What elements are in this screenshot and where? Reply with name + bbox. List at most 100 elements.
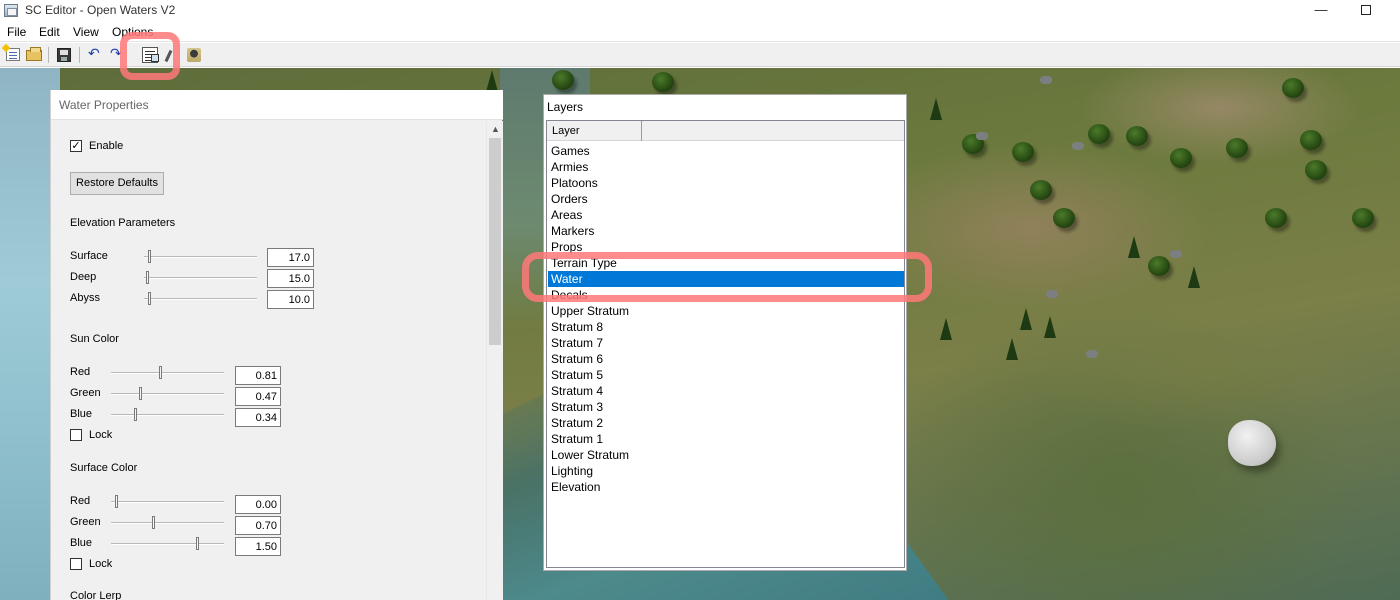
layer-row-stratum-4[interactable]: Stratum 4 [548, 383, 903, 399]
deep-elevation-field[interactable]: 15.0 [267, 269, 314, 288]
menu-file[interactable]: File [7, 25, 26, 39]
column-header-layer[interactable]: Layer [547, 121, 642, 141]
sun-green-field[interactable]: 0.47 [235, 387, 281, 406]
surface-blue-slider[interactable] [111, 537, 224, 551]
save-button[interactable] [54, 45, 74, 65]
tree-button[interactable] [184, 45, 204, 65]
layer-row-props[interactable]: Props [548, 239, 903, 255]
scroll-thumb[interactable] [489, 138, 501, 345]
undo-icon: ↶ [88, 46, 100, 62]
surface-red-field[interactable]: 0.00 [235, 495, 281, 514]
layer-row-stratum-8[interactable]: Stratum 8 [548, 319, 903, 335]
surface-elevation-field[interactable]: 17.0 [267, 248, 314, 267]
sun-blue-slider[interactable] [111, 408, 224, 422]
menu-view[interactable]: View [73, 25, 99, 39]
surface-elevation-slider[interactable] [144, 250, 257, 264]
pine-tree [1006, 338, 1018, 360]
check-icon: ✓ [71, 139, 81, 152]
surface-green-slider[interactable] [111, 516, 224, 530]
abyss-elevation-slider[interactable] [144, 292, 257, 306]
surface-blue-field[interactable]: 1.50 [235, 537, 281, 556]
sun-lock-checkbox[interactable] [70, 429, 82, 441]
sun-blue-field[interactable]: 0.34 [235, 408, 281, 427]
layer-row-stratum-6[interactable]: Stratum 6 [548, 351, 903, 367]
surface-green-field[interactable]: 0.70 [235, 516, 281, 535]
slider-thumb[interactable] [146, 271, 150, 284]
slider-track [111, 393, 224, 395]
layer-row-elevation[interactable]: Elevation [548, 479, 903, 495]
color-lerp-heading: Color Lerp [70, 590, 122, 600]
menu-edit[interactable]: Edit [39, 25, 60, 39]
slider-thumb[interactable] [147, 292, 151, 305]
layer-row-areas[interactable]: Areas [548, 207, 903, 223]
surface-blue-label: Blue [70, 537, 93, 549]
maximize-button[interactable] [1343, 0, 1389, 22]
panel-title: Layers [547, 100, 584, 114]
scroll-up-arrow-icon[interactable]: ▲ [487, 121, 504, 138]
sun-lock-label: Lock [89, 429, 113, 441]
slider-thumb[interactable] [195, 537, 199, 550]
panel-title: Water Properties [51, 90, 503, 120]
water-properties-panel: Water Properties ✓ Enable Restore Defaul… [50, 90, 503, 600]
menu-options[interactable]: Options [112, 25, 153, 39]
tree [652, 72, 674, 92]
deep-elevation-slider[interactable] [144, 271, 257, 285]
undo-button[interactable]: ↶ [86, 45, 106, 65]
surface-red-slider[interactable] [111, 495, 224, 509]
maximize-icon [1361, 5, 1371, 15]
surface-lock-checkbox[interactable] [70, 558, 82, 570]
slider-thumb[interactable] [158, 366, 162, 379]
new-button[interactable] [3, 45, 23, 65]
sun-blue-label: Blue [70, 408, 93, 420]
layer-row-games[interactable]: Games [548, 143, 903, 159]
slider-track [111, 522, 224, 524]
layer-row-lower-stratum[interactable]: Lower Stratum [548, 447, 903, 463]
layer-row-lighting[interactable]: Lighting [548, 463, 903, 479]
vertical-scrollbar[interactable]: ▲ [486, 121, 503, 600]
layers-list[interactable]: Layer Games Armies Platoons Orders Areas Mark… [546, 120, 905, 568]
slider-thumb[interactable] [139, 387, 143, 400]
layer-row-stratum-7[interactable]: Stratum 7 [548, 335, 903, 351]
column-header-empty[interactable] [642, 121, 904, 141]
slider-track [111, 543, 224, 545]
slider-thumb[interactable] [151, 516, 155, 529]
layer-row-stratum-3[interactable]: Stratum 3 [548, 399, 903, 415]
properties-button[interactable] [140, 45, 160, 65]
boulder [1228, 420, 1276, 466]
layer-row-upper-stratum[interactable]: Upper Stratum [548, 303, 903, 319]
layer-row-stratum-1[interactable]: Stratum 1 [548, 431, 903, 447]
sun-red-field[interactable]: 0.81 [235, 366, 281, 385]
tree [1030, 180, 1052, 200]
layer-row-decals[interactable]: Decals [548, 287, 903, 303]
tree [1300, 130, 1322, 150]
surface-elevation-label: Surface [70, 250, 108, 262]
layer-row-markers[interactable]: Markers [548, 223, 903, 239]
layers-panel: Layers Layer Games Armies Platoons Orders Ar… [543, 94, 907, 571]
layer-row-water[interactable]: Water [548, 271, 904, 287]
minimize-button[interactable]: — [1298, 0, 1344, 22]
abyss-elevation-field[interactable]: 10.0 [267, 290, 314, 309]
rock [1040, 76, 1052, 84]
layer-row-terrain-type[interactable]: Terrain Type [548, 255, 903, 271]
tree [1170, 148, 1192, 168]
sun-red-slider[interactable] [111, 366, 224, 380]
slider-track [111, 501, 224, 503]
layer-row-platoons[interactable]: Platoons [548, 175, 903, 191]
restore-defaults-button[interactable]: Restore Defaults [70, 172, 164, 195]
enable-checkbox[interactable]: ✓ [70, 140, 82, 152]
menu-bar: File Edit View Options [0, 22, 1400, 42]
layer-row-stratum-2[interactable]: Stratum 2 [548, 415, 903, 431]
layer-row-stratum-5[interactable]: Stratum 5 [548, 367, 903, 383]
open-button[interactable] [24, 45, 44, 65]
elevation-heading: Elevation Parameters [70, 217, 176, 229]
redo-button[interactable]: ↷ [108, 45, 128, 65]
slider-thumb[interactable] [114, 495, 118, 508]
brush-button[interactable] [162, 45, 182, 65]
slider-thumb[interactable] [147, 250, 151, 263]
layer-row-orders[interactable]: Orders [548, 191, 903, 207]
slider-track [111, 414, 224, 416]
layer-row-armies[interactable]: Armies [548, 159, 903, 175]
slider-thumb[interactable] [133, 408, 137, 421]
sun-green-slider[interactable] [111, 387, 224, 401]
sun-green-label: Green [70, 387, 101, 399]
